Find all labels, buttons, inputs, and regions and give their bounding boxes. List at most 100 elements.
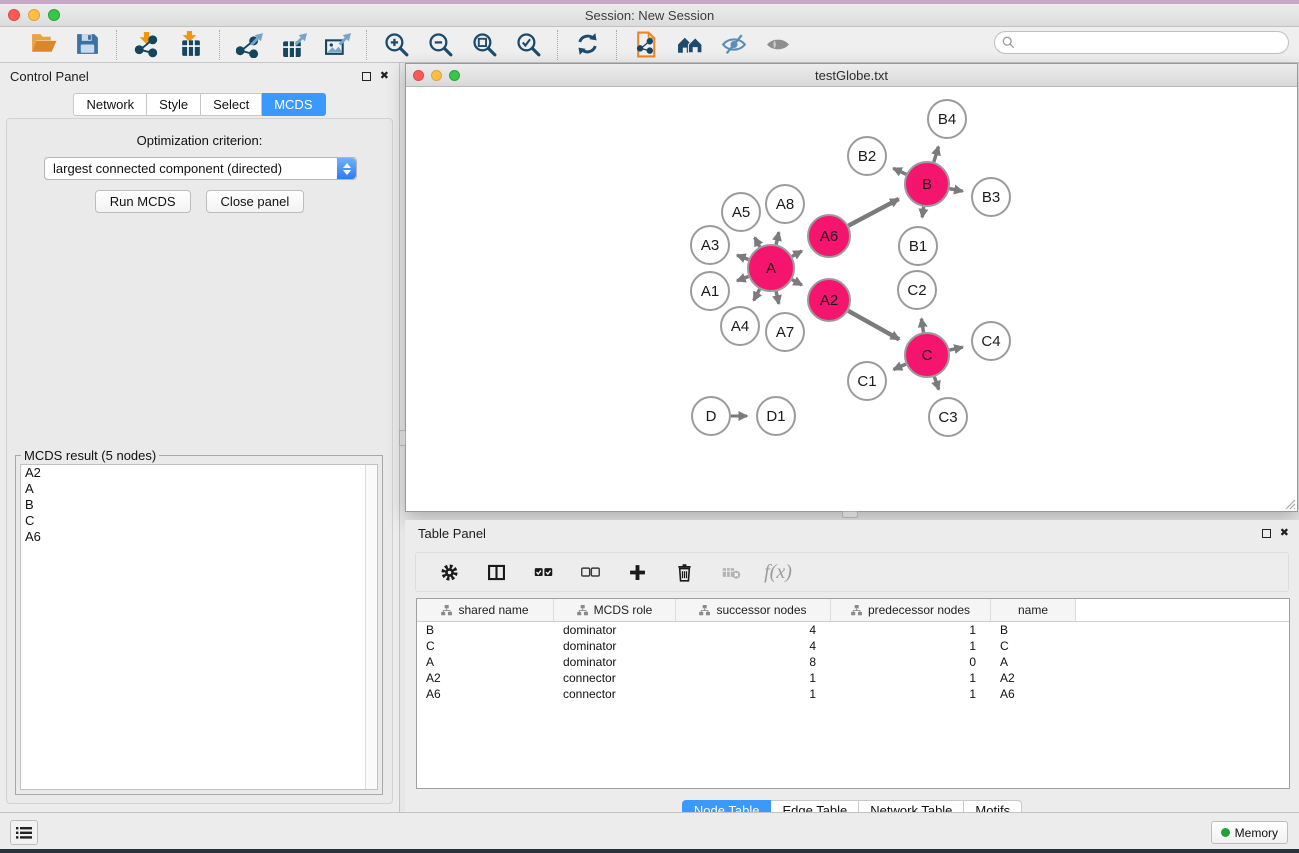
edge-B-B4[interactable]	[934, 147, 939, 162]
zoom-fit-icon[interactable]	[469, 31, 499, 59]
import-network-icon[interactable]	[131, 31, 161, 59]
node-label-B: B	[922, 176, 932, 193]
edge-A-A7[interactable]	[776, 291, 779, 303]
control-panel-header: Control Panel ✖	[0, 63, 399, 89]
edge-A-A8[interactable]	[776, 232, 779, 244]
table-cell: B	[991, 623, 1076, 637]
edge-A6-B[interactable]	[848, 199, 898, 226]
result-list-item[interactable]: A2	[21, 465, 377, 481]
mcds-result-list[interactable]: A2ABCA6	[20, 464, 378, 790]
edge-C-C3[interactable]	[934, 377, 938, 390]
table-panel: Table Panel ✖ f(x) shared nameMCDS roles…	[405, 520, 1299, 812]
float-panel-icon[interactable]	[362, 72, 371, 81]
clipboard-network-icon[interactable]	[631, 31, 661, 59]
tab-network[interactable]: Network	[73, 93, 147, 116]
search-input[interactable]	[1015, 32, 1288, 53]
edge-C-C4[interactable]	[950, 347, 963, 350]
node-label-C: C	[922, 347, 933, 364]
export-table-icon[interactable]	[278, 31, 308, 59]
vertical-divider-handle[interactable]	[399, 430, 406, 446]
tab-select[interactable]: Select	[201, 93, 262, 116]
edge-C-C1[interactable]	[894, 364, 906, 369]
zoom-in-icon[interactable]	[381, 31, 411, 59]
edge-A-A5[interactable]	[755, 238, 760, 247]
table-cell: connector	[554, 687, 676, 701]
zoom-selected-icon[interactable]	[513, 31, 543, 59]
edge-B-B2[interactable]	[893, 168, 906, 174]
column-header-shared-name[interactable]: shared name	[417, 599, 554, 621]
column-header-MCDS-role[interactable]: MCDS role	[554, 599, 676, 621]
edge-A-A4[interactable]	[754, 289, 760, 300]
run-mcds-button[interactable]: Run MCDS	[95, 190, 191, 213]
resize-grip-icon[interactable]	[1282, 496, 1296, 510]
table-row[interactable]: Bdominator41B	[417, 622, 1289, 638]
edge-A-A2[interactable]	[792, 280, 802, 285]
home-icon[interactable]	[675, 31, 705, 59]
node-label-C3: C3	[938, 409, 957, 426]
network-graph[interactable]: B4B2BB3A8A5A6A3B1AC2A1A2A4A7C4CC1DD1C3	[406, 87, 1297, 511]
export-image-icon[interactable]	[322, 31, 352, 59]
hide-display-icon[interactable]	[719, 31, 749, 59]
network-canvas[interactable]: B4B2BB3A8A5A6A3B1AC2A1A2A4A7C4CC1DD1C3	[406, 87, 1297, 511]
settings-gear-icon[interactable]	[436, 559, 462, 585]
table-cell: 1	[831, 639, 991, 653]
node-table[interactable]: shared nameMCDS rolesuccessor nodesprede…	[416, 598, 1290, 789]
memory-button[interactable]: Memory	[1211, 821, 1288, 844]
close-panel-icon[interactable]: ✖	[380, 71, 389, 82]
mcds-result-title: MCDS result (5 nodes)	[21, 448, 159, 463]
edge-A-A6[interactable]	[792, 251, 802, 256]
table-row[interactable]: A6connector11A6	[417, 686, 1289, 702]
criterion-dropdown[interactable]: largest connected component (directed)	[44, 157, 357, 180]
table-row[interactable]: Cdominator41C	[417, 638, 1289, 654]
dropdown-stepper-icon	[337, 158, 356, 179]
control-panel-tabs: NetworkStyleSelectMCDS	[0, 93, 399, 116]
table-row[interactable]: A2connector11A2	[417, 670, 1289, 686]
desktop-wallpaper-bottom	[0, 849, 1299, 853]
export-network-icon[interactable]	[234, 31, 264, 59]
app-titlebar: Session: New Session	[0, 4, 1299, 27]
delete-column-icon[interactable]	[671, 559, 697, 585]
result-list-item[interactable]: A	[21, 481, 377, 497]
network-window-titlebar: testGlobe.txt	[406, 64, 1297, 87]
node-label-C4: C4	[981, 333, 1000, 350]
edge-A-A1[interactable]	[737, 277, 748, 281]
search-field[interactable]	[994, 31, 1289, 54]
edge-A-A3[interactable]	[737, 255, 748, 259]
show-display-icon[interactable]	[763, 31, 793, 59]
table-panel-header: Table Panel ✖	[405, 520, 1299, 546]
column-header-successor-nodes[interactable]: successor nodes	[676, 599, 831, 621]
column-header-name[interactable]: name	[991, 599, 1076, 621]
result-list-item[interactable]: B	[21, 497, 377, 513]
deselect-all-icon[interactable]	[577, 559, 603, 585]
optimization-criterion-label: Optimization criterion:	[7, 133, 392, 148]
task-history-button[interactable]	[10, 820, 38, 845]
refresh-icon[interactable]	[572, 31, 602, 59]
edge-B-B3[interactable]	[950, 189, 963, 192]
tab-mcds[interactable]: MCDS	[262, 93, 325, 116]
import-table-icon[interactable]	[175, 31, 205, 59]
table-float-panel-icon[interactable]	[1262, 529, 1271, 538]
edge-A2-C[interactable]	[848, 311, 899, 340]
node-label-A3: A3	[701, 237, 719, 254]
table-row[interactable]: Adominator80A	[417, 654, 1289, 670]
tab-style[interactable]: Style	[147, 93, 201, 116]
horizontal-divider-handle[interactable]	[842, 511, 858, 518]
close-panel-button[interactable]: Close panel	[206, 190, 305, 213]
edge-B-B1[interactable]	[922, 207, 924, 218]
table-close-panel-icon[interactable]: ✖	[1280, 528, 1289, 539]
network-view-window: testGlobe.txt B4B2BB3A8A5A6A3B1AC2A1A2A4…	[405, 63, 1298, 512]
save-session-icon[interactable]	[72, 31, 102, 59]
result-list-item[interactable]: A6	[21, 529, 377, 545]
node-label-B2: B2	[858, 148, 876, 165]
column-visibility-icon[interactable]	[483, 559, 509, 585]
result-list-item[interactable]: C	[21, 513, 377, 529]
table-toolbar: f(x)	[415, 552, 1289, 592]
edge-C-C2[interactable]	[921, 319, 923, 333]
column-header-predecessor-nodes[interactable]: predecessor nodes	[831, 599, 991, 621]
add-column-icon[interactable]	[624, 559, 650, 585]
node-label-D1: D1	[766, 408, 785, 425]
select-all-icon[interactable]	[530, 559, 556, 585]
zoom-out-icon[interactable]	[425, 31, 455, 59]
result-scrollbar[interactable]	[365, 465, 377, 789]
open-file-icon[interactable]	[28, 31, 58, 59]
